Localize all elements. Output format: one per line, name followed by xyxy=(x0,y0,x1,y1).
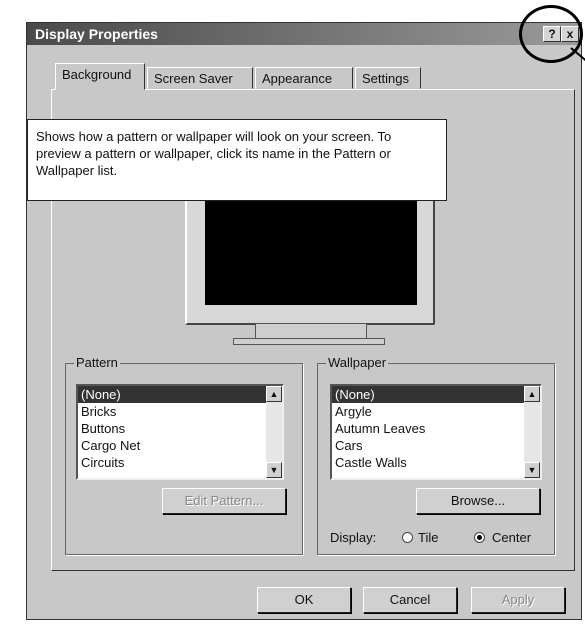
monitor-neck xyxy=(255,323,367,339)
tab-screen-saver[interactable]: Screen Saver xyxy=(147,67,253,89)
edit-pattern-button[interactable]: Edit Pattern... xyxy=(162,488,286,514)
pattern-label: Pattern xyxy=(74,355,120,370)
title-bar[interactable]: Display Properties ? x xyxy=(27,5,585,67)
center-label[interactable]: Center xyxy=(492,530,531,545)
help-tooltip: Shows how a pattern or wallpaper will lo… xyxy=(27,119,447,201)
pattern-item[interactable]: (None) xyxy=(78,386,282,403)
center-radio[interactable] xyxy=(474,532,485,543)
scroll-down-icon[interactable]: ▼ xyxy=(524,462,540,478)
scroll-up-icon[interactable]: ▲ xyxy=(266,386,282,402)
pattern-item[interactable]: Bricks xyxy=(78,403,282,420)
display-mode-label: Display: xyxy=(330,530,377,545)
pattern-item[interactable]: Buttons xyxy=(78,420,282,437)
wallpaper-item[interactable]: (None) xyxy=(332,386,540,403)
ok-button[interactable]: OK xyxy=(257,587,351,613)
wallpaper-scrollbar[interactable]: ▲ ▼ xyxy=(524,386,540,478)
scroll-down-icon[interactable]: ▼ xyxy=(266,462,282,478)
pattern-group: Pattern (None) Bricks Buttons Cargo Net … xyxy=(65,355,303,555)
scroll-up-icon[interactable]: ▲ xyxy=(524,386,540,402)
wallpaper-label: Wallpaper xyxy=(326,355,389,370)
cancel-label: Cancel xyxy=(389,592,431,607)
display-properties-dialog: Display Properties ? x Background Screen… xyxy=(26,5,585,620)
browse-button[interactable]: Browse... xyxy=(416,488,540,514)
tab-appearance[interactable]: Appearance xyxy=(255,67,353,89)
edit-pattern-label: Edit Pattern... xyxy=(184,493,264,508)
browse-label: Browse... xyxy=(450,493,506,508)
cancel-button[interactable]: Cancel xyxy=(363,587,457,613)
wallpaper-group: Wallpaper (None) Argyle Autumn Leaves Ca… xyxy=(317,355,555,555)
tile-label[interactable]: Tile xyxy=(418,530,438,545)
window-title: Display Properties xyxy=(35,26,158,42)
pattern-item[interactable]: Circuits xyxy=(78,454,282,471)
pattern-item[interactable]: Cargo Net xyxy=(78,437,282,454)
monitor-base xyxy=(233,338,385,345)
apply-button[interactable]: Apply xyxy=(471,587,565,613)
annotation-pointer xyxy=(570,47,585,67)
annotation-circle xyxy=(519,5,583,63)
wallpaper-item[interactable]: Argyle xyxy=(332,403,540,420)
tile-radio[interactable] xyxy=(402,532,413,543)
wallpaper-list[interactable]: (None) Argyle Autumn Leaves Cars Castle … xyxy=(330,384,542,480)
wallpaper-item[interactable]: Castle Walls xyxy=(332,454,540,471)
tab-background[interactable]: Background xyxy=(55,63,145,90)
tab-settings[interactable]: Settings xyxy=(355,67,421,89)
apply-label: Apply xyxy=(501,592,535,607)
ok-label: OK xyxy=(294,592,314,607)
wallpaper-item[interactable]: Cars xyxy=(332,437,540,454)
pattern-list[interactable]: (None) Bricks Buttons Cargo Net Circuits… xyxy=(76,384,284,480)
pattern-scrollbar[interactable]: ▲ ▼ xyxy=(266,386,282,478)
wallpaper-item[interactable]: Autumn Leaves xyxy=(332,420,540,437)
